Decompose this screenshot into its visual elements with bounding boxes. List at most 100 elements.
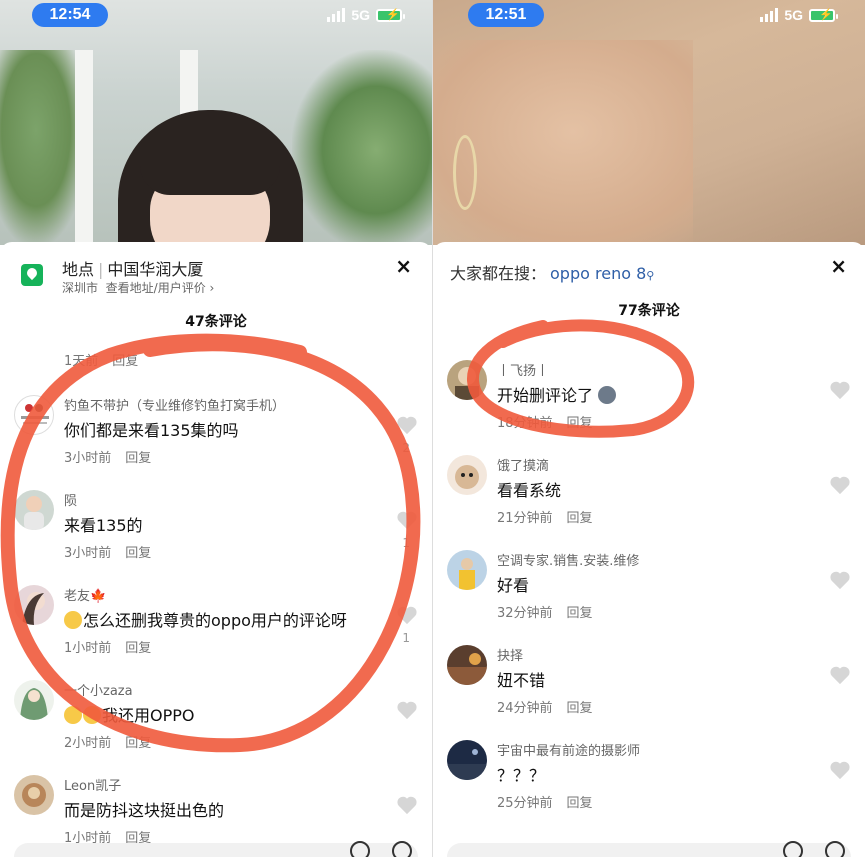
- reply-button[interactable]: 回复: [125, 546, 151, 561]
- network-type: 5G: [351, 7, 370, 23]
- reply-button[interactable]: 回复: [125, 641, 151, 656]
- like-heart-icon[interactable]: [396, 605, 418, 625]
- background-pillar: [75, 50, 93, 245]
- comment-time: 1小时前: [64, 641, 112, 656]
- comment-text: 来看135的: [64, 516, 143, 535]
- close-icon[interactable]: ×: [830, 254, 847, 278]
- avatar[interactable]: [447, 550, 487, 590]
- comment-time: 24分钟前: [497, 701, 553, 716]
- input-tools: [783, 841, 845, 857]
- comment-meta: 2小时前 回复: [64, 732, 151, 751]
- avatar[interactable]: [447, 740, 487, 780]
- comment-meta: 18分钟前 回复: [497, 412, 593, 431]
- comment-count: 47条评论: [185, 314, 247, 330]
- like-count: 1: [402, 631, 410, 645]
- comment-author[interactable]: 丨飞扬丨: [497, 360, 549, 379]
- hot-search-label: 大家都在搜：: [450, 264, 547, 283]
- like-heart-icon[interactable]: [396, 415, 418, 435]
- embarrassed-emoji-icon: [64, 611, 82, 629]
- emoji-icon[interactable]: [392, 841, 412, 857]
- comment-author[interactable]: 宇宙中最有前途的摄影师: [497, 740, 640, 759]
- comment-author[interactable]: 空调专家.销售.安装.维修: [497, 550, 639, 569]
- like-heart-icon[interactable]: [829, 760, 851, 780]
- comment-meta: 21分钟前 回复: [497, 507, 593, 526]
- reply-button[interactable]: 回复: [112, 354, 138, 369]
- status-bar: 12:51 5G ⚡: [433, 0, 865, 34]
- comment-text: 看看系统: [497, 481, 562, 500]
- like-heart-icon[interactable]: [396, 510, 418, 530]
- comment-meta: 3小时前 回复: [64, 542, 151, 561]
- laughing-emoji-icon: [83, 706, 101, 724]
- comment-text-content: 我还用OPPO: [102, 706, 195, 725]
- reply-button[interactable]: 回复: [567, 701, 593, 716]
- comment-item: 钓鱼不带护（专业维修钓鱼打窝手机） 你们都是来看135集的吗 3小时前 回复 2: [0, 395, 432, 485]
- status-time: 12:54: [32, 3, 108, 27]
- comment-author[interactable]: 饿了摸滴: [497, 455, 549, 474]
- like-count: 1: [402, 536, 410, 550]
- comment-meta: 25分钟前 回复: [497, 792, 593, 811]
- avatar[interactable]: [447, 645, 487, 685]
- video-background[interactable]: [433, 0, 865, 245]
- at-icon[interactable]: [350, 841, 370, 857]
- comment-time: 25分钟前: [497, 796, 553, 811]
- comment-author[interactable]: 抉择: [497, 645, 523, 664]
- comment-time: 32分钟前: [497, 606, 553, 621]
- comment-sheet: 地点 | 中国华润大厦 深圳市 查看地址/用户评价 › × 47条评论 1天前 回复 …: [0, 242, 432, 857]
- signal-icon: [760, 8, 779, 22]
- comment-time: 2小时前: [64, 736, 112, 751]
- emoji-icon[interactable]: [825, 841, 845, 857]
- husky-emoji-icon: [598, 386, 617, 404]
- like-heart-icon[interactable]: [829, 665, 851, 685]
- comment-author[interactable]: 陨: [64, 490, 77, 509]
- avatar[interactable]: [447, 360, 487, 400]
- location-icon: [21, 264, 43, 286]
- location-title[interactable]: 地点 | 中国华润大厦: [62, 256, 203, 280]
- avatar[interactable]: [14, 490, 54, 530]
- network-type: 5G: [784, 7, 803, 23]
- battery-icon: ⚡: [809, 8, 838, 22]
- comment-text: 妞不错: [497, 671, 546, 690]
- location-name: 中国华润大厦: [107, 260, 204, 279]
- reply-button[interactable]: 回复: [567, 416, 593, 431]
- like-heart-icon[interactable]: [829, 570, 851, 590]
- avatar[interactable]: [14, 395, 54, 435]
- video-background[interactable]: [0, 0, 432, 245]
- comment-time: 3小时前: [64, 451, 112, 466]
- search-icon: ⚲: [646, 269, 655, 282]
- at-icon[interactable]: [783, 841, 803, 857]
- comment-author[interactable]: 老友🍁: [64, 585, 106, 604]
- like-heart-icon[interactable]: [396, 795, 418, 815]
- like-heart-icon[interactable]: [396, 700, 418, 720]
- avatar[interactable]: [14, 680, 54, 720]
- reply-button[interactable]: 回复: [125, 451, 151, 466]
- comment-author[interactable]: 钓鱼不带护（专业维修钓鱼打窝手机）: [64, 395, 285, 414]
- avatar[interactable]: [447, 455, 487, 495]
- comment-item: 抉择 妞不错 24分钟前 回复: [433, 645, 865, 735]
- avatar[interactable]: [14, 585, 54, 625]
- comment-author[interactable]: 一个小zaza: [64, 680, 133, 699]
- close-icon[interactable]: ×: [395, 254, 412, 278]
- reply-button[interactable]: 回复: [567, 511, 593, 526]
- comment-item: 宇宙中最有前途的摄影师 ？？？ 25分钟前 回复: [433, 740, 865, 830]
- comment-sheet: 大家都在搜： oppo reno 8⚲ × 77条评论 丨飞扬丨 开始删评论了 1…: [433, 242, 865, 857]
- like-heart-icon[interactable]: [829, 475, 851, 495]
- like-heart-icon[interactable]: [829, 380, 851, 400]
- comment-item: 丨飞扬丨 开始删评论了 18分钟前 回复: [433, 360, 865, 450]
- battery-icon: ⚡: [376, 8, 405, 22]
- comment-meta: 3小时前 回复: [64, 447, 151, 466]
- hot-search[interactable]: 大家都在搜： oppo reno 8⚲: [450, 260, 654, 284]
- comment-text: 而是防抖这块挺出色的: [64, 801, 225, 820]
- reply-button[interactable]: 回复: [125, 736, 151, 751]
- comment-text: 好看: [497, 576, 530, 595]
- reply-button[interactable]: 回复: [567, 796, 593, 811]
- reply-button[interactable]: 回复: [567, 606, 593, 621]
- location-subtitle[interactable]: 深圳市 查看地址/用户评价 ›: [62, 279, 214, 296]
- left-screenshot: 12:54 5G ⚡ 地点 | 中国华润大厦 深圳市 查看地址/用户评价 › × 4…: [0, 0, 432, 857]
- comment-item: 饿了摸滴 看看系统 21分钟前 回复: [433, 455, 865, 545]
- hot-search-keyword[interactable]: oppo reno 8: [550, 264, 646, 283]
- comment-time: 3小时前: [64, 546, 112, 561]
- avatar[interactable]: [14, 775, 54, 815]
- status-time: 12:51: [468, 3, 544, 27]
- comment-author[interactable]: Leon凯子: [64, 775, 121, 794]
- comment-text: 我还用OPPO: [64, 702, 195, 726]
